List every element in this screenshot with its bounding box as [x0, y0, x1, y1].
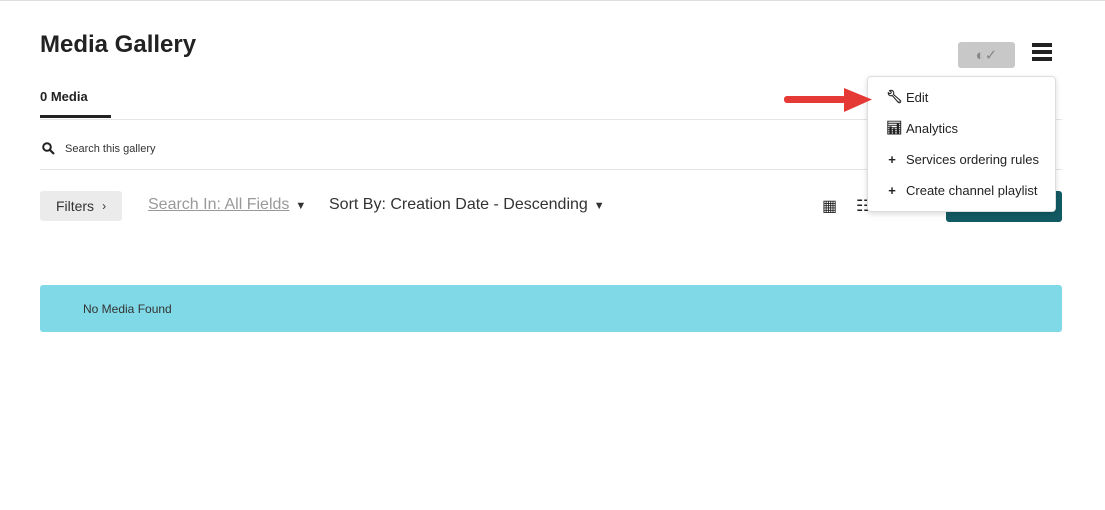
- moderation-toggle[interactable]: ◐✓: [958, 42, 1015, 68]
- no-media-message: No Media Found: [83, 302, 172, 316]
- no-media-alert: No Media Found: [40, 285, 1062, 332]
- chevron-down-icon: ▼: [295, 200, 307, 212]
- plus-icon: +: [888, 152, 896, 167]
- search-in-dropdown[interactable]: Search In: All Fields ▼: [148, 196, 306, 214]
- menu-item-create-channel-playlist[interactable]: + Create channel playlist: [886, 183, 1038, 198]
- menu-item-label: Create channel playlist: [906, 183, 1038, 198]
- menu-item-label: Services ordering rules: [906, 152, 1039, 167]
- actions-menu-button[interactable]: [1032, 43, 1052, 61]
- menu-item-label: Analytics: [906, 120, 959, 136]
- chevron-down-icon: ▼: [593, 200, 605, 212]
- grid-view-icon[interactable]: ▦: [822, 196, 837, 216]
- actions-dropdown-menu: 🔧︎ Edit 📊︎ Analytics + Services ordering ru…: [867, 76, 1056, 212]
- search-placeholder: Search this gallery: [65, 142, 156, 155]
- menu-item-edit[interactable]: 🔧︎ Edit: [886, 89, 928, 105]
- page-title: Media Gallery: [40, 31, 197, 58]
- active-tab-indicator: [40, 115, 111, 118]
- menu-item-services-ordering-rules[interactable]: + Services ordering rules: [886, 152, 1039, 167]
- menu-item-analytics[interactable]: 📊︎ Analytics: [886, 120, 958, 136]
- filters-button[interactable]: Filters ›: [40, 191, 122, 221]
- tab-media[interactable]: 0 Media: [40, 89, 88, 104]
- toggle-check-icon: ◐✓: [975, 47, 998, 64]
- wrench-icon: 🔧︎: [886, 89, 903, 104]
- menu-item-label: Edit: [906, 89, 929, 105]
- annotation-arrow-icon: [784, 88, 872, 112]
- search-input[interactable]: Search this gallery: [42, 142, 156, 155]
- sort-label: Sort By: Creation Date - Descending: [329, 196, 588, 213]
- filters-label: Filters: [55, 198, 95, 214]
- search-in-label: Search In: All Fields: [148, 196, 290, 213]
- chevron-right-icon: ›: [102, 199, 107, 213]
- search-icon: [42, 142, 55, 155]
- bar-chart-icon: 📊︎: [886, 120, 903, 135]
- plus-icon: +: [888, 183, 896, 198]
- sort-dropdown[interactable]: Sort By: Creation Date - Descending ▼: [329, 196, 605, 214]
